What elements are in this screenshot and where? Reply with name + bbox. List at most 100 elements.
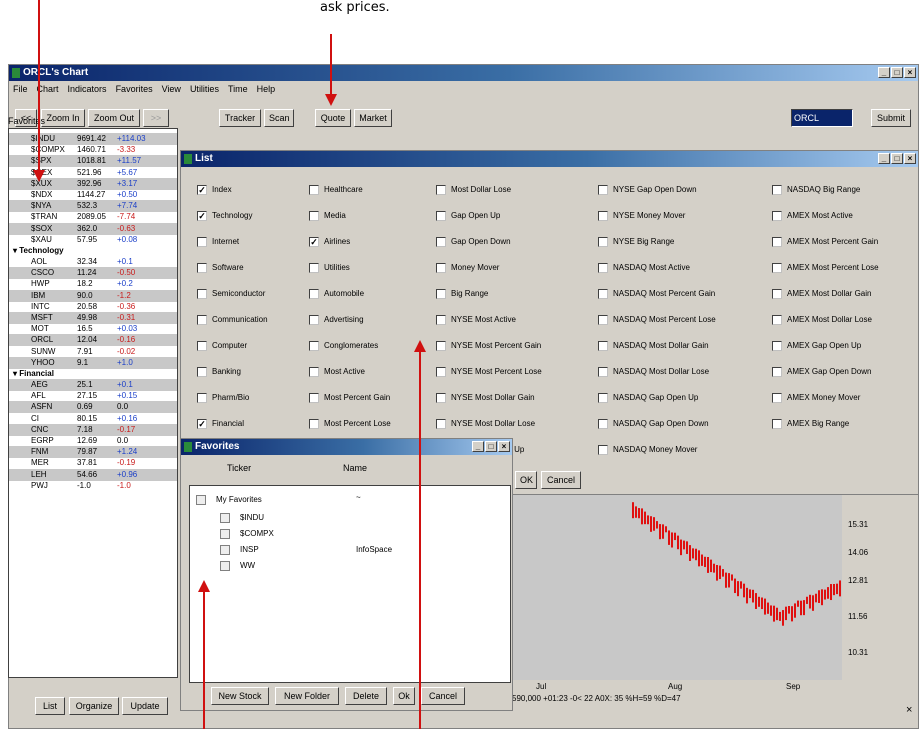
favorites-row[interactable]: MOT 16.5 +0.03 xyxy=(9,323,177,335)
checkbox[interactable] xyxy=(197,263,207,273)
checkbox[interactable] xyxy=(197,393,207,403)
favorites-row[interactable]: AFL 27.15 +0.15 xyxy=(9,390,177,402)
favorites-row[interactable]: $INDU 9691.42 +114.03 xyxy=(9,133,177,145)
checkbox[interactable] xyxy=(309,367,319,377)
checkbox[interactable] xyxy=(598,211,608,221)
favorites-row[interactable]: ASFN 0.69 0.0 xyxy=(9,401,177,414)
favorites-row[interactable]: CNC 7.18 -0.17 xyxy=(9,423,177,436)
checkbox[interactable] xyxy=(598,419,608,429)
favorites-row[interactable]: YHOO 9.1 +1.0 xyxy=(9,356,177,369)
checkbox[interactable] xyxy=(309,393,319,403)
favorites-panel[interactable]: $INDU 9691.42 +114.03 $COMPX 1460.71 -3.33 $SP… xyxy=(8,128,178,678)
list-minimize-icon[interactable]: _ xyxy=(878,153,890,164)
update-button[interactable]: Update xyxy=(122,697,168,715)
favorites-minimize-icon[interactable]: _ xyxy=(472,441,484,452)
favorites-tree[interactable]: My Favorites ~ $INDU $COMPX INSP InfoSpace W… xyxy=(189,485,511,683)
favorites-row[interactable]: SUNW 7.91 -0.02 xyxy=(9,346,177,358)
checkbox[interactable] xyxy=(772,237,782,247)
checkbox[interactable] xyxy=(197,289,207,299)
price-chart[interactable] xyxy=(512,480,842,680)
ticker-column-header[interactable]: Ticker xyxy=(227,463,251,473)
favorites-row[interactable]: MER 37.81 -0.19 xyxy=(9,457,177,469)
favorites-row[interactable]: AOL 32.34 +0.1 xyxy=(9,256,177,268)
checkbox[interactable] xyxy=(598,367,608,377)
menu-item-view[interactable]: View xyxy=(162,82,181,97)
favorites-row[interactable]: EGRP 12.69 0.0 xyxy=(9,435,177,447)
checkbox[interactable] xyxy=(309,419,319,429)
checkbox[interactable] xyxy=(772,315,782,325)
checkbox[interactable] xyxy=(309,315,319,325)
minimize-icon[interactable]: _ xyxy=(878,67,890,78)
scan-button[interactable]: Scan xyxy=(264,109,294,127)
menu-item-utilities[interactable]: Utilities xyxy=(190,82,219,97)
chart-close-icon[interactable]: × xyxy=(906,704,912,716)
checkbox[interactable] xyxy=(197,237,207,247)
favorites-row[interactable]: $NYA 532.3 +7.74 xyxy=(9,200,177,213)
list-ok-button[interactable]: OK xyxy=(515,471,537,489)
forward-button[interactable]: >> xyxy=(143,109,169,127)
checkbox[interactable] xyxy=(598,263,608,273)
checkbox[interactable]: ✓ xyxy=(197,185,207,195)
checkbox[interactable] xyxy=(772,341,782,351)
checkbox[interactable] xyxy=(598,341,608,351)
favorites-row[interactable]: CSCO 11.24 -0.50 xyxy=(9,267,177,280)
checkbox[interactable] xyxy=(436,211,446,221)
checkbox[interactable] xyxy=(772,367,782,377)
favorites-row[interactable]: $SOX 362.0 -0.63 xyxy=(9,222,177,235)
menu-item-favorites[interactable]: Favorites xyxy=(116,82,153,97)
menu-item-help[interactable]: Help xyxy=(257,82,276,97)
checkbox[interactable]: ✓ xyxy=(197,419,207,429)
new-folder-button[interactable]: New Folder xyxy=(275,687,339,705)
checkbox[interactable] xyxy=(309,341,319,351)
checkbox[interactable] xyxy=(772,263,782,273)
checkbox[interactable] xyxy=(598,185,608,195)
favorites-row[interactable]: $XAU 57.95 +0.08 xyxy=(9,234,177,246)
checkbox[interactable]: ✓ xyxy=(309,237,319,247)
organize-button[interactable]: Organize xyxy=(69,697,119,715)
favorites-row[interactable]: $COMPX 1460.71 -3.33 xyxy=(9,144,177,156)
close-icon[interactable]: × xyxy=(904,67,916,78)
favorites-cancel-button[interactable]: Cancel xyxy=(421,687,465,705)
favorites-row[interactable]: ORCL 12.04 -0.16 xyxy=(9,334,177,347)
favorites-row[interactable]: IBM 90.0 -1.2 xyxy=(9,289,177,302)
checkbox[interactable] xyxy=(772,289,782,299)
favorites-row[interactable]: FNM 79.87 +1.24 xyxy=(9,446,177,459)
list-close-icon[interactable]: × xyxy=(904,153,916,164)
checkbox[interactable] xyxy=(436,185,446,195)
favorites-tree-item[interactable]: INSP xyxy=(220,544,259,556)
list-cancel-button[interactable]: Cancel xyxy=(541,471,581,489)
checkbox[interactable] xyxy=(197,341,207,351)
favorites-close-icon[interactable]: × xyxy=(498,441,510,452)
list-maximize-icon[interactable]: □ xyxy=(891,153,903,164)
checkbox[interactable] xyxy=(309,211,319,221)
zoom-in-button[interactable]: Zoom In xyxy=(41,109,85,127)
favorites-tree-item[interactable]: WW xyxy=(220,560,255,572)
maximize-icon[interactable]: □ xyxy=(891,67,903,78)
checkbox[interactable] xyxy=(436,341,446,351)
menu-item-file[interactable]: File xyxy=(13,82,28,97)
symbol-input[interactable] xyxy=(791,109,853,127)
delete-button[interactable]: Delete xyxy=(345,687,387,705)
checkbox[interactable] xyxy=(309,185,319,195)
favorites-ok-button[interactable]: Ok xyxy=(393,687,415,705)
favorites-row[interactable]: LEH 54.66 +0.96 xyxy=(9,468,177,481)
tracker-button[interactable]: Tracker xyxy=(219,109,261,127)
checkbox[interactable] xyxy=(772,185,782,195)
favorites-tree-item[interactable]: $COMPX xyxy=(220,528,274,540)
favorites-maximize-icon[interactable]: □ xyxy=(485,441,497,452)
submit-button[interactable]: Submit xyxy=(871,109,911,127)
favorites-row[interactable]: MSFT 49.98 -0.31 xyxy=(9,312,177,324)
list-button[interactable]: List xyxy=(35,697,65,715)
favorites-row[interactable]: INTC 20.58 -0.36 xyxy=(9,301,177,313)
checkbox[interactable] xyxy=(436,315,446,325)
checkbox[interactable] xyxy=(598,315,608,325)
favorites-row[interactable]: $TRAN 2089.05 -7.74 xyxy=(9,211,177,223)
checkbox[interactable]: ✓ xyxy=(197,211,207,221)
new-stock-button[interactable]: New Stock xyxy=(211,687,269,705)
checkbox[interactable] xyxy=(772,419,782,429)
checkbox[interactable] xyxy=(772,393,782,403)
checkbox[interactable] xyxy=(598,445,608,455)
checkbox[interactable] xyxy=(436,393,446,403)
favorites-row[interactable]: PWJ -1.0 -1.0 xyxy=(9,480,177,492)
favorites-row[interactable]: CI 80.15 +0.16 xyxy=(9,413,177,425)
